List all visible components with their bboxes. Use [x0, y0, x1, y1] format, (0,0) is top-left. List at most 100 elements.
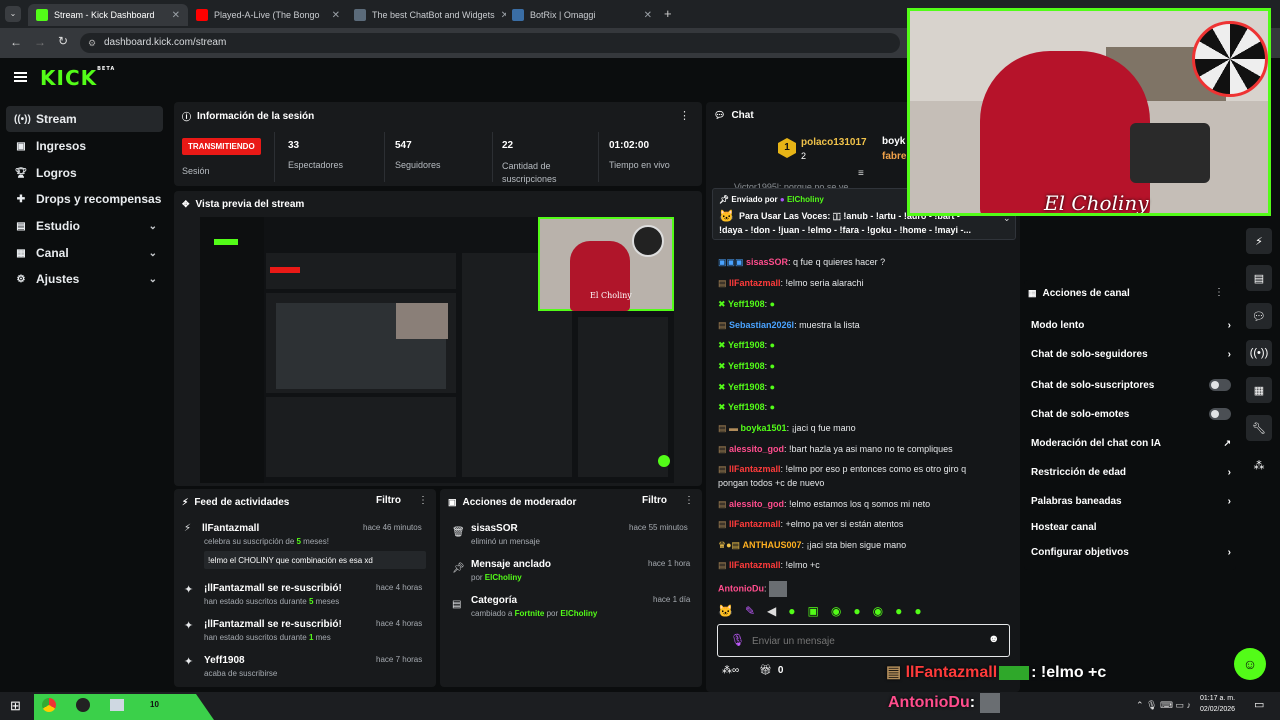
- rail-tools-button[interactable]: 🔧︎: [1246, 415, 1272, 441]
- close-icon[interactable]: ✕: [644, 10, 652, 21]
- action-ai-moderation[interactable]: Moderación del chat con IA ↗: [1031, 438, 1231, 449]
- emotes-only-toggle[interactable]: [1209, 408, 1231, 420]
- emote-icon[interactable]: ●: [853, 604, 860, 622]
- rail-broadcast-button[interactable]: ((•)): [1246, 340, 1272, 366]
- hamburger-menu-icon[interactable]: [14, 72, 27, 82]
- new-tab-button[interactable]: +: [664, 6, 672, 21]
- more-options-icon[interactable]: ⋮: [418, 495, 428, 506]
- close-icon[interactable]: ✕: [172, 10, 180, 21]
- clock-time[interactable]: 01:17 a. m.: [1200, 695, 1235, 702]
- action-host-channel[interactable]: Hostear canal: [1031, 522, 1231, 533]
- emote-icon[interactable]: ◉: [831, 604, 841, 622]
- stream-video[interactable]: El Choliny: [200, 217, 674, 483]
- tab-title: The best ChatBot and Widgets: [372, 10, 495, 20]
- sidebar-item-estudio[interactable]: ▤ Estudio ⌄: [6, 213, 163, 239]
- emote-icon[interactable]: 🐱: [718, 604, 733, 622]
- reload-icon[interactable]: ↻: [58, 34, 68, 48]
- taskbar-highlight: [34, 694, 214, 720]
- emote-icon[interactable]: ◉: [873, 604, 883, 622]
- mod-title: Categoría: [471, 595, 518, 606]
- badge-icons: ▤: [718, 278, 730, 288]
- chrome-icon[interactable]: [42, 698, 56, 712]
- forward-icon[interactable]: →: [34, 35, 46, 49]
- more-options-icon[interactable]: ⋮: [679, 109, 690, 122]
- collapse-icon[interactable]: ≡: [858, 168, 864, 179]
- gift-icon[interactable]: 🎁︎: [759, 665, 772, 676]
- sidebar-item-stream[interactable]: ((•)) Stream: [6, 106, 163, 132]
- chat-message: AntonioDu:: [718, 581, 788, 597]
- stat-uptime-label: Tiempo en vivo: [609, 160, 670, 170]
- sidebar-item-ingresos[interactable]: ▣ Ingresos: [6, 133, 163, 159]
- tab-kick-dashboard[interactable]: Stream - Kick Dashboard ✕: [28, 4, 188, 26]
- site-info-icon[interactable]: ⚙: [88, 33, 96, 53]
- action-slow-mode[interactable]: Modo lento ›: [1031, 320, 1231, 331]
- chat-message-input[interactable]: [752, 633, 972, 649]
- top-gifter-2[interactable]: boyk: [882, 136, 905, 147]
- mic-icon[interactable]: 🎙︎: [730, 633, 745, 647]
- chat-footer: ⁂∞ 🎁︎ 0: [722, 665, 783, 676]
- emote-icon[interactable]: ▣: [808, 604, 819, 622]
- action-banned-words[interactable]: Palabras baneadas ›: [1031, 496, 1231, 507]
- emote-icon[interactable]: ✎: [745, 604, 755, 622]
- url-field[interactable]: ⚙ dashboard.kick.com/stream: [80, 33, 900, 53]
- rail-apps-button[interactable]: ⁂: [1246, 452, 1272, 478]
- panel-header: ⚡︎ Feed de actividades: [182, 497, 289, 508]
- more-options-icon[interactable]: ⋮: [1214, 287, 1224, 298]
- folder-icon[interactable]: [110, 699, 124, 711]
- action-followers-only[interactable]: Chat de solo-seguidores ›: [1031, 349, 1231, 360]
- top-gifter-3[interactable]: fabre: [882, 151, 906, 162]
- action-emotes-only[interactable]: Chat de solo-emotes: [1031, 408, 1231, 420]
- subscribe-icon: ⚡︎: [184, 523, 192, 534]
- badge-icons: ✖: [718, 382, 729, 392]
- back-icon[interactable]: ←: [10, 35, 22, 49]
- action-goals[interactable]: Configurar objetivos ›: [1031, 547, 1231, 558]
- mod-desc: cambiado a Fortnite por ElCholiny: [471, 609, 598, 618]
- more-options-icon[interactable]: ⋮: [684, 495, 694, 506]
- sidebar-item-ajustes[interactable]: ⚙ Ajustes ⌄: [6, 266, 163, 292]
- points-icon[interactable]: ⁂∞: [722, 665, 739, 676]
- support-button[interactable]: ☺: [1234, 648, 1266, 680]
- action-subscribers-only[interactable]: Chat de solo-suscriptores: [1031, 379, 1231, 391]
- sticker-icon: [979, 693, 1000, 713]
- chat-message: ✖ Yeff1908: ●: [718, 340, 776, 350]
- tab-youtube[interactable]: Played-A-Live (The Bongo ✕: [188, 4, 348, 26]
- kick-logo[interactable]: KICKBETA: [40, 66, 115, 90]
- emote-icon[interactable]: ●: [788, 604, 795, 622]
- emote-icon[interactable]: ●: [895, 604, 902, 622]
- tab-menu-button[interactable]: ⌄: [5, 6, 21, 22]
- feed-desc: acaba de suscribirse: [204, 669, 278, 678]
- trophy-icon: 🏆︎: [14, 167, 28, 179]
- external-link-icon: ↗: [1223, 438, 1231, 448]
- divider: [492, 132, 493, 182]
- notification-icon[interactable]: ▭: [1254, 698, 1264, 711]
- badge-icons: ▤: [718, 444, 730, 454]
- rail-bolt-button[interactable]: ⚡︎: [1246, 228, 1272, 254]
- clock-date[interactable]: 02/02/2026: [1200, 706, 1235, 713]
- top-gifter-name[interactable]: polaco131017: [801, 137, 867, 148]
- preview-logo: [214, 239, 238, 245]
- emoji-icon[interactable]: ☻: [988, 633, 1000, 645]
- rail-layout-button[interactable]: ▦: [1246, 377, 1272, 403]
- chat-input-box[interactable]: 🎙︎ ☻: [717, 624, 1010, 657]
- rail-chat-button[interactable]: 💬︎: [1246, 303, 1272, 329]
- obs-icon[interactable]: [76, 698, 90, 712]
- emote-icon[interactable]: ●: [914, 604, 921, 622]
- close-icon[interactable]: ✕: [332, 10, 340, 21]
- rail-notes-button[interactable]: ▤: [1246, 265, 1272, 291]
- emote-icon[interactable]: ◀: [767, 604, 776, 622]
- sidebar-item-drops[interactable]: ✚ Drops y recompensas: [6, 186, 163, 212]
- subscribers-only-toggle[interactable]: [1209, 379, 1231, 391]
- filter-button[interactable]: Filtro: [376, 495, 401, 506]
- windows-start-icon[interactable]: ⊞: [10, 698, 21, 714]
- sidebar-item-logros[interactable]: 🏆︎ Logros: [6, 160, 163, 186]
- sidebar-item-canal[interactable]: ▦ Canal ⌄: [6, 240, 163, 266]
- filter-button[interactable]: Filtro: [642, 495, 667, 506]
- overlay-chat-line-2: AntonioDu:: [888, 693, 1000, 713]
- action-age-restriction[interactable]: Restricción de edad ›: [1031, 467, 1231, 478]
- chat-message: ▤ llFantazmall: !elmo por eso p entonces…: [718, 464, 967, 474]
- live-status-badge: TRANSMITIENDO: [182, 138, 261, 155]
- tab-botrix[interactable]: BotRix | Omaggi ✕: [504, 4, 660, 26]
- chat-message: ✖ Yeff1908: ●: [718, 382, 776, 392]
- tab-chatbot[interactable]: The best ChatBot and Widgets ✕: [346, 4, 506, 26]
- tray-icons[interactable]: ⌃ 🎙︎ ⌨ ▭ ♪: [1136, 700, 1191, 711]
